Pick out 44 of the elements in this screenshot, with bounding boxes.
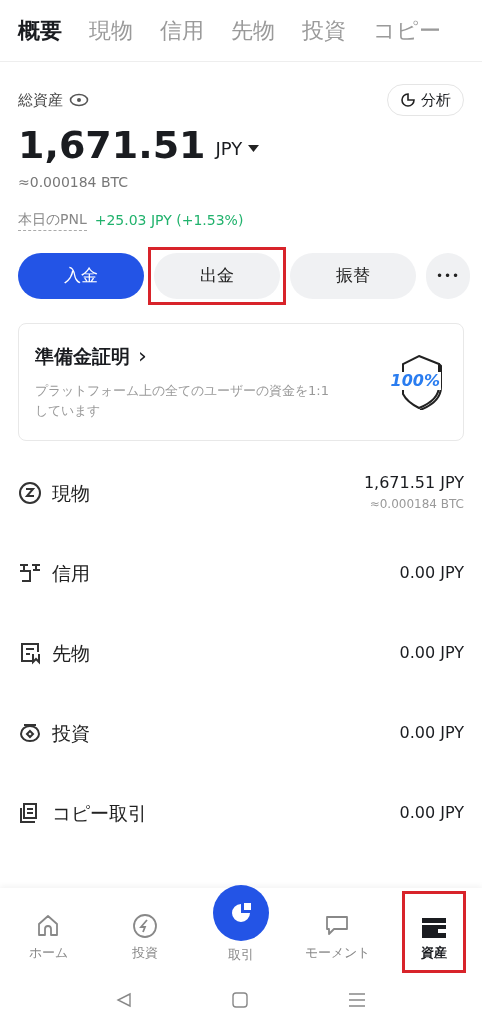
wallet-icon <box>420 916 447 939</box>
nav-item[interactable]: 投資 <box>131 894 158 970</box>
account-icon <box>18 481 42 505</box>
percent-badge: 100% <box>389 372 441 390</box>
more-button[interactable]: ••• <box>426 253 470 299</box>
nav-item[interactable]: 取引 <box>213 870 269 970</box>
btc-equivalent: ≈0.000184 BTC <box>18 173 130 192</box>
dropdown-arrow-icon <box>248 144 260 153</box>
total-assets-label: 総資産 <box>18 89 63 111</box>
account-balance: 0.00 JPY <box>399 802 464 824</box>
nav-item[interactable]: 資産 <box>420 894 447 970</box>
account-name[interactable]: コピー取引 <box>52 798 147 828</box>
account-balance: 0.00 JPY <box>399 722 464 744</box>
menu-icon[interactable] <box>348 992 366 1008</box>
action-button[interactable]: 出金 <box>154 253 280 299</box>
account-icon <box>18 641 42 665</box>
pie-chart-icon <box>400 92 416 108</box>
account-name[interactable]: 先物 <box>52 638 90 668</box>
action-button[interactable]: 入金 <box>18 253 144 299</box>
btc-equivalent: ≈0.000184 BTC <box>369 496 464 513</box>
eye-icon[interactable] <box>69 93 89 107</box>
account-icon <box>18 721 42 745</box>
account-balance: 1,671.51 JPY <box>363 472 464 494</box>
total-amount: 1,671.51 <box>18 122 206 168</box>
chevron-icon: › <box>138 345 147 368</box>
account-balance: 0.00 JPY <box>399 562 464 584</box>
back-icon[interactable] <box>116 992 132 1008</box>
nav-item[interactable]: モーメント <box>304 894 370 970</box>
account-name[interactable]: 現物 <box>52 478 90 508</box>
currency-selector[interactable]: JPY <box>215 135 260 162</box>
reserve-card[interactable]: 準備金証明 › プラットフォーム上の全てのユーザーの資金を1:1 しています 100% <box>18 323 464 441</box>
account-balance: 0.00 JPY <box>399 642 464 664</box>
pnl-label[interactable]: 本日のPNL <box>18 209 87 231</box>
pnl-value: +25.03 JPY (+1.53%) <box>94 210 244 230</box>
card-description: しています <box>35 401 100 420</box>
tab[interactable]: 概要 <box>18 14 62 47</box>
action-button[interactable]: 振替 <box>290 253 416 299</box>
card-title: 準備金証明 <box>35 344 130 369</box>
account-icon <box>18 561 42 585</box>
card-description: プラットフォーム上の全てのユーザーの資金を1:1 <box>35 381 329 400</box>
account-name[interactable]: 信用 <box>52 558 90 588</box>
account-name[interactable]: 投資 <box>52 718 90 748</box>
home-square-icon[interactable] <box>232 992 248 1008</box>
nav-item[interactable]: ホーム <box>28 894 68 970</box>
